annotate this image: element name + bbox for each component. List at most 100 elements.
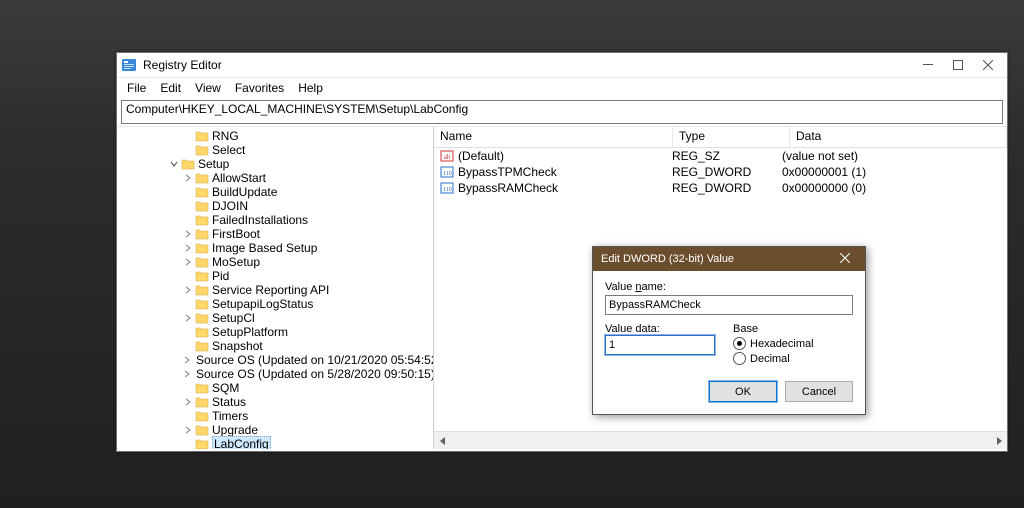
tree-item-label: DJOIN (212, 199, 248, 213)
chevron-right-icon[interactable] (183, 229, 193, 239)
minimize-button[interactable] (913, 54, 943, 76)
tree-item-label: Pid (212, 269, 229, 283)
value-row[interactable]: 110BypassRAMCheckREG_DWORD0x00000000 (0) (434, 180, 1007, 196)
tree-item[interactable]: Pid (183, 269, 433, 283)
chevron-right-icon[interactable] (183, 257, 193, 267)
tree-item[interactable]: AllowStart (183, 171, 433, 185)
tree-item[interactable]: Source OS (Updated on 10/21/2020 05:54:5… (183, 353, 433, 367)
close-button[interactable] (973, 54, 1003, 76)
radio-decimal[interactable]: Decimal (733, 352, 853, 365)
value-row[interactable]: ab(Default)REG_SZ(value not set) (434, 148, 1007, 164)
menubar: File Edit View Favorites Help (117, 78, 1007, 98)
horizontal-scrollbar[interactable] (434, 431, 1007, 449)
tree-item[interactable]: LabConfig (183, 437, 433, 449)
tree-item-label: RNG (212, 129, 239, 143)
address-bar[interactable]: Computer\HKEY_LOCAL_MACHINE\SYSTEM\Setup… (121, 100, 1003, 124)
chevron-right-icon[interactable] (183, 327, 193, 337)
chevron-right-icon[interactable] (183, 187, 193, 197)
tree-item[interactable]: Select (183, 143, 433, 157)
cancel-button[interactable]: Cancel (785, 381, 853, 402)
menu-view[interactable]: View (189, 80, 227, 96)
folder-icon (195, 340, 209, 352)
scroll-right-arrow-icon[interactable] (990, 432, 1007, 449)
dec-label: Decimal (750, 353, 790, 365)
folder-icon (195, 396, 209, 408)
chevron-right-icon[interactable] (183, 355, 191, 365)
tree-item-label: SetupapiLogStatus (212, 297, 313, 311)
reg-dword-icon: 110 (440, 165, 454, 179)
tree-item[interactable]: Upgrade (183, 423, 433, 437)
tree-item[interactable]: Setup (169, 157, 433, 171)
ok-button[interactable]: OK (709, 381, 777, 402)
chevron-right-icon[interactable] (183, 341, 193, 351)
tree-item[interactable]: DJOIN (183, 199, 433, 213)
tree-item-label: Upgrade (212, 423, 258, 437)
tree-item[interactable]: SQM (183, 381, 433, 395)
folder-icon (195, 270, 209, 282)
value-type: REG_DWORD (672, 181, 782, 195)
chevron-right-icon[interactable] (183, 215, 193, 225)
dialog-titlebar[interactable]: Edit DWORD (32-bit) Value (593, 247, 865, 271)
tree-item[interactable]: Snapshot (183, 339, 433, 353)
tree-item-label: BuildUpdate (212, 185, 277, 199)
tree-item[interactable]: Timers (183, 409, 433, 423)
tree-item-label: Source OS (Updated on 5/28/2020 09:50:15… (196, 367, 434, 381)
chevron-right-icon[interactable] (183, 201, 193, 211)
dialog-close-button[interactable] (833, 253, 857, 266)
tree-item[interactable]: SetupapiLogStatus (183, 297, 433, 311)
chevron-right-icon[interactable] (183, 425, 193, 435)
maximize-button[interactable] (943, 54, 973, 76)
tree-item[interactable]: Source OS (Updated on 5/28/2020 09:50:15… (183, 367, 433, 381)
menu-file[interactable]: File (121, 80, 152, 96)
value-data-label: Value data: (605, 323, 660, 335)
chevron-right-icon[interactable] (183, 271, 193, 281)
menu-favorites[interactable]: Favorites (229, 80, 290, 96)
radio-hexadecimal[interactable]: Hexadecimal (733, 337, 853, 350)
tree-item[interactable]: Service Reporting API (183, 283, 433, 297)
tree-item-label: Snapshot (212, 339, 263, 353)
tree-item[interactable]: MoSetup (183, 255, 433, 269)
chevron-down-icon[interactable] (169, 159, 179, 169)
tree-item-label: SetupPlatform (212, 325, 288, 339)
column-headers[interactable]: Name Type Data (434, 127, 1007, 148)
column-name[interactable]: Name (434, 127, 673, 147)
chevron-right-icon[interactable] (183, 397, 193, 407)
menu-edit[interactable]: Edit (154, 80, 187, 96)
value-data-input[interactable] (605, 335, 715, 355)
tree-item[interactable]: RNG (183, 129, 433, 143)
chevron-right-icon[interactable] (183, 411, 193, 421)
chevron-right-icon[interactable] (183, 285, 193, 295)
folder-icon (195, 214, 209, 226)
svg-text:110: 110 (443, 187, 452, 193)
chevron-right-icon[interactable] (183, 383, 193, 393)
chevron-right-icon[interactable] (183, 299, 193, 309)
scroll-left-arrow-icon[interactable] (434, 432, 451, 449)
tree-item[interactable]: Image Based Setup (183, 241, 433, 255)
value-row[interactable]: 110BypassTPMCheckREG_DWORD0x00000001 (1) (434, 164, 1007, 180)
tree-item[interactable]: SetupCl (183, 311, 433, 325)
chevron-right-icon[interactable] (183, 313, 193, 323)
column-type[interactable]: Type (673, 127, 790, 147)
menu-help[interactable]: Help (292, 80, 329, 96)
tree-item[interactable]: FailedInstallations (183, 213, 433, 227)
chevron-right-icon[interactable] (183, 369, 191, 379)
tree-pane[interactable]: RNGSelectSetupAllowStartBuildUpdateDJOIN… (117, 127, 434, 449)
folder-icon (195, 242, 209, 254)
titlebar[interactable]: Registry Editor (117, 53, 1007, 78)
svg-text:110: 110 (443, 171, 452, 177)
chevron-right-icon[interactable] (183, 439, 193, 449)
value-name-input[interactable] (605, 295, 853, 315)
chevron-right-icon[interactable] (183, 131, 193, 141)
regedit-icon (121, 57, 137, 73)
folder-icon (195, 424, 209, 436)
tree-item[interactable]: SetupPlatform (183, 325, 433, 339)
tree-item-label: Status (212, 395, 246, 409)
tree-item[interactable]: BuildUpdate (183, 185, 433, 199)
tree-item[interactable]: FirstBoot (183, 227, 433, 241)
chevron-right-icon[interactable] (183, 145, 193, 155)
reg-string-icon: ab (440, 149, 454, 163)
column-data[interactable]: Data (790, 127, 1007, 147)
chevron-right-icon[interactable] (183, 173, 193, 183)
chevron-right-icon[interactable] (183, 243, 193, 253)
tree-item[interactable]: Status (183, 395, 433, 409)
